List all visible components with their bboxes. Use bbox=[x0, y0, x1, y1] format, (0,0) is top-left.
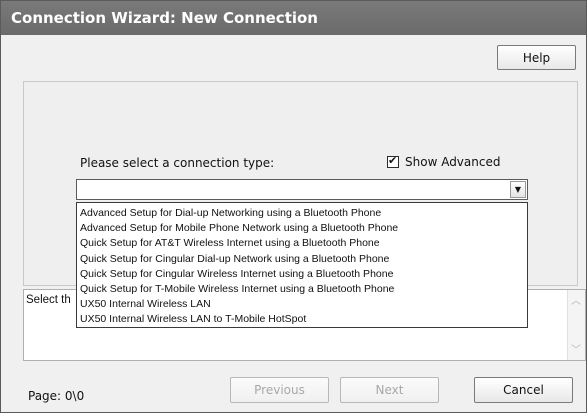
dropdown-option[interactable]: Quick Setup for AT&T Wireless Internet u… bbox=[77, 236, 527, 251]
connection-type-combobox[interactable]: ▼ bbox=[76, 179, 528, 200]
description-text: Select th bbox=[26, 294, 71, 306]
page-indicator: Page: 0\0 bbox=[28, 389, 85, 403]
next-button[interactable]: Next bbox=[340, 377, 439, 403]
combo-dropdown-button[interactable]: ▼ bbox=[510, 181, 526, 198]
dropdown-option[interactable]: Quick Setup for T-Mobile Wireless Intern… bbox=[77, 282, 527, 297]
cancel-button[interactable]: Cancel bbox=[474, 377, 573, 403]
previous-button[interactable]: Previous bbox=[230, 377, 329, 403]
window-title: Connection Wizard: New Connection bbox=[11, 9, 318, 27]
dropdown-option[interactable]: Advanced Setup for Dial-up Networking us… bbox=[77, 206, 527, 221]
connection-type-dropdown-list[interactable]: Advanced Setup for Dial-up Networking us… bbox=[76, 202, 528, 328]
dropdown-option[interactable]: UX50 Internal Wireless LAN bbox=[77, 297, 527, 312]
connection-wizard-window: Connection Wizard: New Connection Help P… bbox=[0, 0, 587, 413]
show-advanced-toggle[interactable]: ✔ Show Advanced bbox=[387, 154, 501, 169]
show-advanced-checkbox[interactable]: ✔ bbox=[387, 154, 399, 168]
dropdown-option[interactable]: Quick Setup for Cingular Wireless Intern… bbox=[77, 267, 527, 282]
connection-type-label: Please select a connection type: bbox=[80, 156, 275, 170]
chevron-down-icon[interactable]: ﹀ bbox=[571, 341, 581, 356]
chevron-up-icon[interactable]: ︿ bbox=[571, 292, 581, 307]
dropdown-option[interactable]: Quick Setup for Cingular Dial-up Network… bbox=[77, 252, 527, 267]
description-scrollbar[interactable]: ︿ ﹀ bbox=[567, 290, 585, 360]
dropdown-option[interactable]: Advanced Setup for Mobile Phone Network … bbox=[77, 221, 527, 236]
checkmark-icon: ✔ bbox=[388, 154, 398, 167]
chevron-down-icon: ▼ bbox=[514, 185, 522, 194]
title-bar[interactable]: Connection Wizard: New Connection bbox=[1, 1, 586, 35]
help-button[interactable]: Help bbox=[497, 45, 576, 70]
show-advanced-label: Show Advanced bbox=[405, 155, 501, 169]
dropdown-option[interactable]: UX50 Internal Wireless LAN to T-Mobile H… bbox=[77, 312, 527, 327]
